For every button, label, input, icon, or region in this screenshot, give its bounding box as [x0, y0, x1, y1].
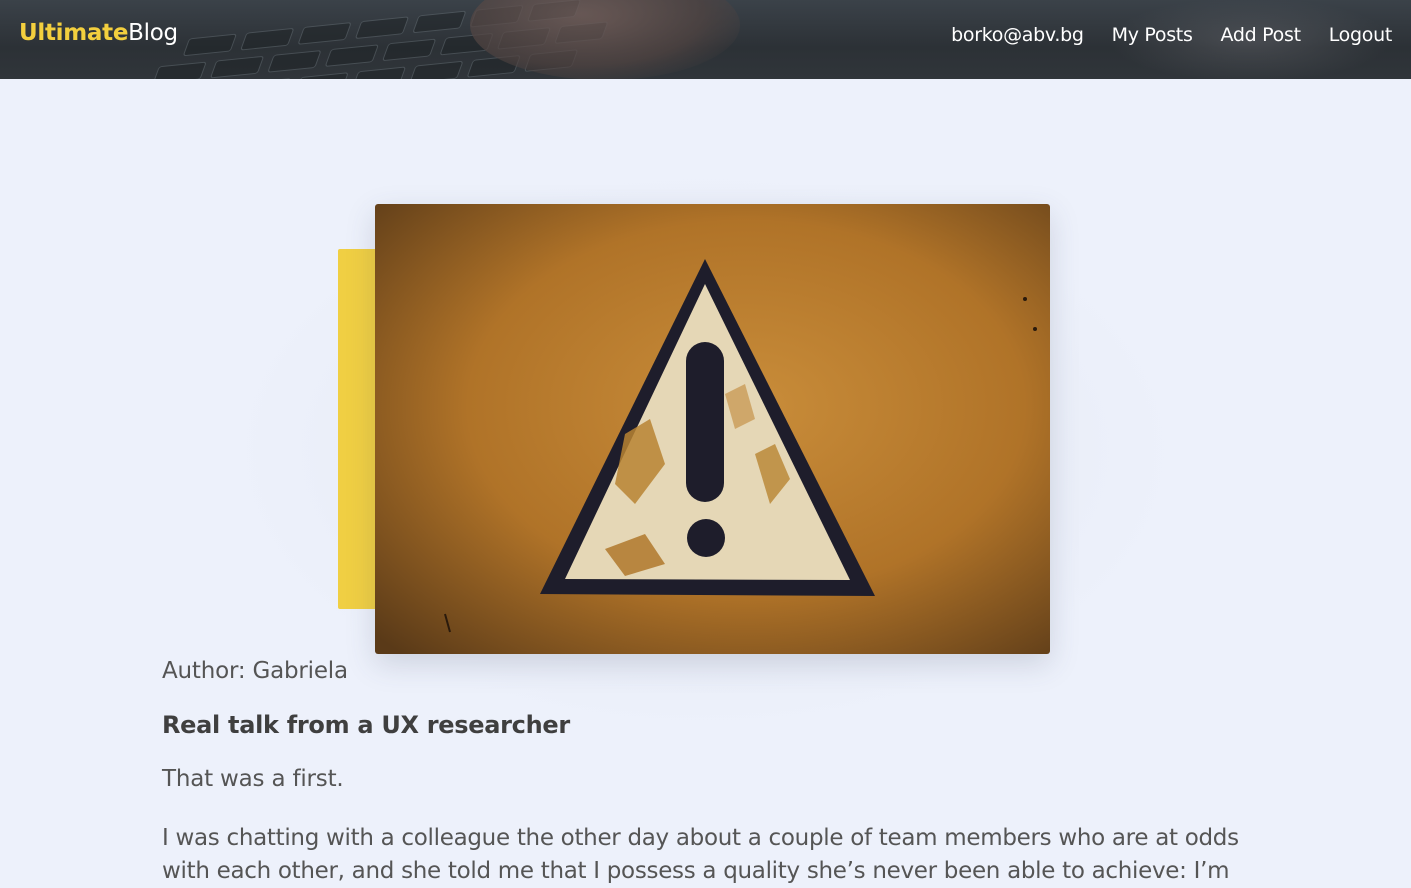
image-accent-bar — [338, 249, 378, 609]
post-title: Real talk from a UX researcher — [162, 711, 570, 739]
post-lead: That was a first. — [162, 766, 344, 792]
main-nav: borko@abv.bg My Posts Add Post Logout — [951, 24, 1392, 46]
logo-secondary: Blog — [128, 20, 178, 46]
nav-logout[interactable]: Logout — [1329, 24, 1393, 46]
post-image — [375, 204, 1050, 654]
post-author: Author: Gabriela — [162, 658, 348, 684]
nav-user-email[interactable]: borko@abv.bg — [951, 24, 1084, 46]
site-logo[interactable]: UltimateBlog — [19, 20, 178, 46]
warning-sign-icon — [375, 204, 1050, 654]
logo-primary: Ultimate — [19, 20, 129, 46]
site-header: UltimateBlog borko@abv.bg My Posts Add P… — [0, 0, 1411, 79]
post-body: I was chatting with a colleague the othe… — [162, 825, 1239, 884]
nav-add-post[interactable]: Add Post — [1221, 24, 1301, 46]
nav-my-posts[interactable]: My Posts — [1112, 24, 1193, 46]
